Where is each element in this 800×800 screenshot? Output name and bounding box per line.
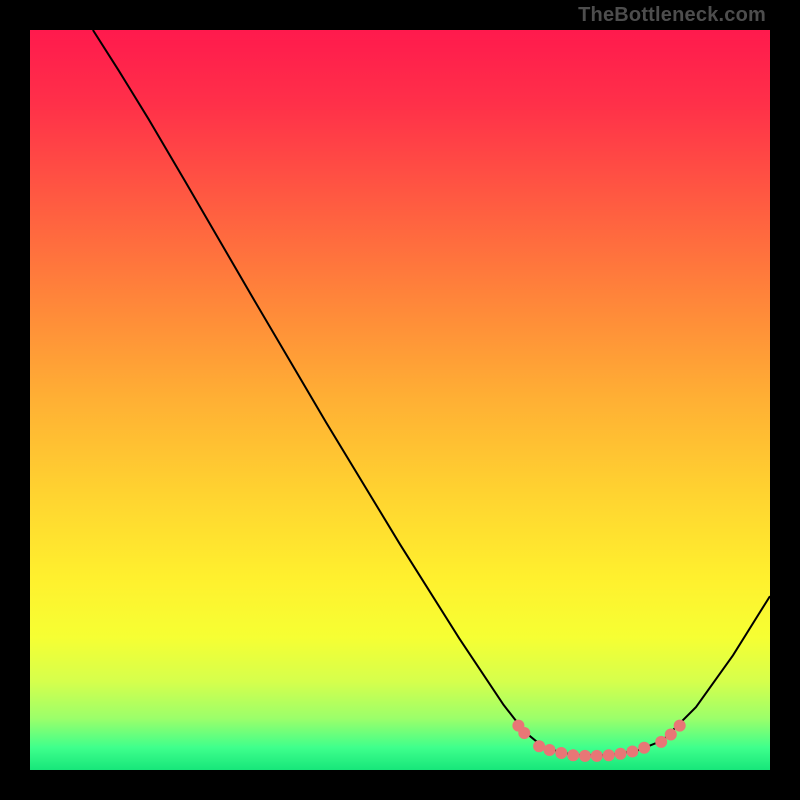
marker-dot (615, 748, 627, 760)
marker-dot (674, 720, 686, 732)
marker-dot (591, 750, 603, 762)
chart-frame: TheBottleneck.com (0, 0, 800, 800)
plot-area (30, 30, 770, 770)
marker-dot (655, 736, 667, 748)
marker-dot (638, 742, 650, 754)
marker-dot (533, 740, 545, 752)
bottom-marker-group (512, 720, 685, 762)
bottleneck-curve (93, 30, 770, 755)
curve-layer (30, 30, 770, 770)
marker-dot (579, 750, 591, 762)
marker-dot (518, 727, 530, 739)
marker-dot (603, 749, 615, 761)
marker-dot (665, 729, 677, 741)
marker-dot (567, 749, 579, 761)
marker-dot (555, 747, 567, 759)
watermark-text: TheBottleneck.com (578, 4, 766, 27)
marker-dot (544, 744, 556, 756)
marker-dot (626, 746, 638, 758)
